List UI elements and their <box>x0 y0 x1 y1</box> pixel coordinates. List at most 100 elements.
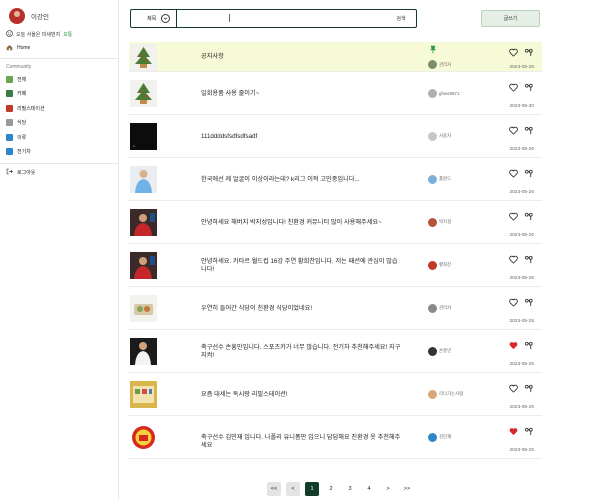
write-button[interactable]: 글쓰기 <box>481 10 540 27</box>
post-author[interactable]: 리나가는사람 <box>428 389 463 399</box>
sidebar-item-ev-car[interactable]: 전기차 <box>0 145 118 160</box>
heart-icon[interactable] <box>509 169 518 178</box>
post-title[interactable]: 안녕하세요. 카타르 월드컵 16강 주연 황희찬입니다. 저는 패션에 관심이… <box>201 258 401 274</box>
post-thumbnail[interactable] <box>130 424 157 451</box>
post-thumbnail[interactable] <box>130 252 157 279</box>
heart-icon[interactable] <box>509 298 518 307</box>
author-avatar <box>428 174 437 184</box>
post-thumbnail[interactable] <box>130 209 157 236</box>
post-thumbnail[interactable] <box>130 123 157 150</box>
post-author[interactable]: 관리자 <box>428 303 451 313</box>
post-author[interactable]: 관리자 <box>428 60 451 69</box>
page-3-button[interactable]: 3 <box>343 482 357 496</box>
dust-text: 오늘 서울은 미세먼지 <box>16 32 61 38</box>
heart-icon[interactable] <box>509 126 518 135</box>
post-title[interactable]: 공지사항 <box>201 53 401 61</box>
sidebar-item-globe[interactable]: 전체 <box>0 72 118 87</box>
sidebar-item-refill[interactable]: 리필스테이션 <box>0 101 118 116</box>
profile[interactable]: 이강인 <box>0 0 118 26</box>
post-date: 2023-05-25 <box>509 65 534 70</box>
post-author[interactable]: 황희찬 <box>428 260 452 270</box>
post-thumbnail[interactable] <box>130 381 157 408</box>
post-title[interactable]: 우연히 들어간 식당이 친환경 식당이었네요! <box>201 305 401 313</box>
post-thumbnail[interactable] <box>130 43 157 71</box>
post-row[interactable]: 축구선수 손흥민입니다. 스포츠카가 너무 많습니다. 전기차 추천해주세요! … <box>129 330 542 373</box>
share-icon[interactable] <box>524 169 533 178</box>
search-type-label: 제목 <box>147 16 157 22</box>
search-type-select[interactable]: 제목 <box>131 10 177 27</box>
author-avatar <box>428 260 437 270</box>
post-row[interactable]: 111ddddsfsdfsdfsadf 사용자 2023-05-26 <box>129 115 542 158</box>
prev-page-button[interactable]: < <box>286 482 300 496</box>
post-author[interactable]: 김민재 <box>428 432 451 442</box>
page-1-button[interactable]: 1 <box>305 482 319 496</box>
post-title[interactable]: 안녕하세요 해버지 박지성입니다! 친환경 커뮤니티 많이 사용해주세요~ <box>201 219 401 227</box>
heart-icon[interactable] <box>509 255 518 264</box>
post-title[interactable]: 한국에선 제 얼굴이 이상이라는데? k리그 이적 고민중입니다... <box>201 176 401 184</box>
text-cursor-icon <box>229 14 230 22</box>
post-author[interactable]: 박지성 <box>428 217 452 227</box>
post-title[interactable]: 111ddddsfsdfsdfsadf <box>201 133 401 141</box>
share-icon[interactable] <box>524 384 533 393</box>
post-row[interactable]: 안녕하세요. 카타르 월드컵 16강 주연 황희찬입니다. 저는 패션에 관심이… <box>129 244 542 287</box>
post-list: 공지사항관리자 2023-05-25 일회용품 사용 줄이기~ ghwo9671 202… <box>129 42 542 459</box>
heart-filled-icon[interactable] <box>509 341 518 350</box>
sidebar-item-restaurant[interactable]: 식당 <box>0 116 118 131</box>
share-icon[interactable] <box>524 212 533 221</box>
page-4-button[interactable]: 4 <box>362 482 376 496</box>
page-2-button[interactable]: 2 <box>324 482 338 496</box>
post-thumbnail[interactable] <box>130 295 157 322</box>
heart-icon[interactable] <box>509 48 518 57</box>
post-row[interactable]: 요즘 대세는 독시랑 리필스테이션! 리나가는사람 2023-05-25 <box>129 373 542 416</box>
heart-filled-icon[interactable] <box>509 427 518 436</box>
post-thumbnail[interactable] <box>130 338 157 365</box>
first-page-button[interactable]: << <box>267 482 281 496</box>
author-avatar <box>428 346 437 356</box>
pinned-post-row[interactable]: 공지사항관리자 2023-05-25 <box>129 42 542 72</box>
post-author[interactable]: 사용자 <box>428 131 451 141</box>
share-icon[interactable] <box>524 48 533 57</box>
search-button[interactable]: 검색 <box>386 15 416 22</box>
heart-icon[interactable] <box>509 83 518 92</box>
post-title[interactable]: 축구선수 김민재 입니다. 나폴리 유니폼만 입으니 답답해요 친환경 옷 추천… <box>201 434 401 450</box>
post-row[interactable]: 안녕하세요 해버지 박지성입니다! 친환경 커뮤니티 많이 사용해주세요~ 박지성… <box>129 201 542 244</box>
author-avatar <box>428 131 437 141</box>
post-thumbnail[interactable] <box>130 166 157 193</box>
post-row[interactable]: 우연히 들어간 식당이 친환경 식당이었네요! 관리자 2023-05-25 <box>129 287 542 330</box>
post-thumbnail[interactable] <box>130 80 157 107</box>
author-name: 손흥민 <box>439 348 452 353</box>
logout-icon <box>6 168 13 177</box>
chevron-down-icon <box>161 14 170 23</box>
next-page-button[interactable]: > <box>381 482 395 496</box>
author-name: 황희찬 <box>439 262 452 267</box>
sidebar-item-home[interactable]: Home <box>0 42 118 54</box>
logout-button[interactable]: 로그아웃 <box>0 166 118 178</box>
globe-icon <box>6 75 13 83</box>
cafe-icon <box>6 90 13 98</box>
post-row[interactable]: 일회용품 사용 줄이기~ ghwo9671 2023-05-30 <box>129 72 542 115</box>
share-icon[interactable] <box>524 126 533 135</box>
heart-icon[interactable] <box>509 212 518 221</box>
author-avatar <box>428 217 437 227</box>
share-icon[interactable] <box>524 341 533 350</box>
share-icon[interactable] <box>524 83 533 92</box>
last-page-button[interactable]: >> <box>400 482 414 496</box>
post-author[interactable]: 홀란드 <box>428 174 451 184</box>
sidebar-item-cafe[interactable]: 카페 <box>0 87 118 102</box>
share-icon[interactable] <box>524 427 533 436</box>
share-icon[interactable] <box>524 255 533 264</box>
search-input[interactable] <box>177 10 386 27</box>
author-name: 박지성 <box>439 219 452 224</box>
post-author[interactable]: ghwo9671 <box>428 88 459 98</box>
post-row[interactable]: 한국에선 제 얼굴이 이상이라는데? k리그 이적 고민중입니다... 홀란드 20… <box>129 158 542 201</box>
post-title[interactable]: 일회용품 사용 줄이기~ <box>201 90 401 98</box>
post-title[interactable]: 축구선수 손흥민입니다. 스포츠카가 너무 많습니다. 전기차 추천해주세요! … <box>201 344 401 360</box>
post-author[interactable]: 손흥민 <box>428 346 452 356</box>
post-date: 2023-05-25 <box>509 361 534 367</box>
heart-icon[interactable] <box>509 384 518 393</box>
post-title[interactable]: 요즘 대세는 독시랑 리필스테이션! <box>201 391 401 399</box>
share-icon[interactable] <box>524 298 533 307</box>
post-row[interactable]: 축구선수 김민재 입니다. 나폴리 유니폼만 입으니 답답해요 친환경 옷 추천… <box>129 416 542 459</box>
avatar <box>9 8 25 24</box>
sidebar-item-clothing[interactable]: 의류 <box>0 130 118 145</box>
